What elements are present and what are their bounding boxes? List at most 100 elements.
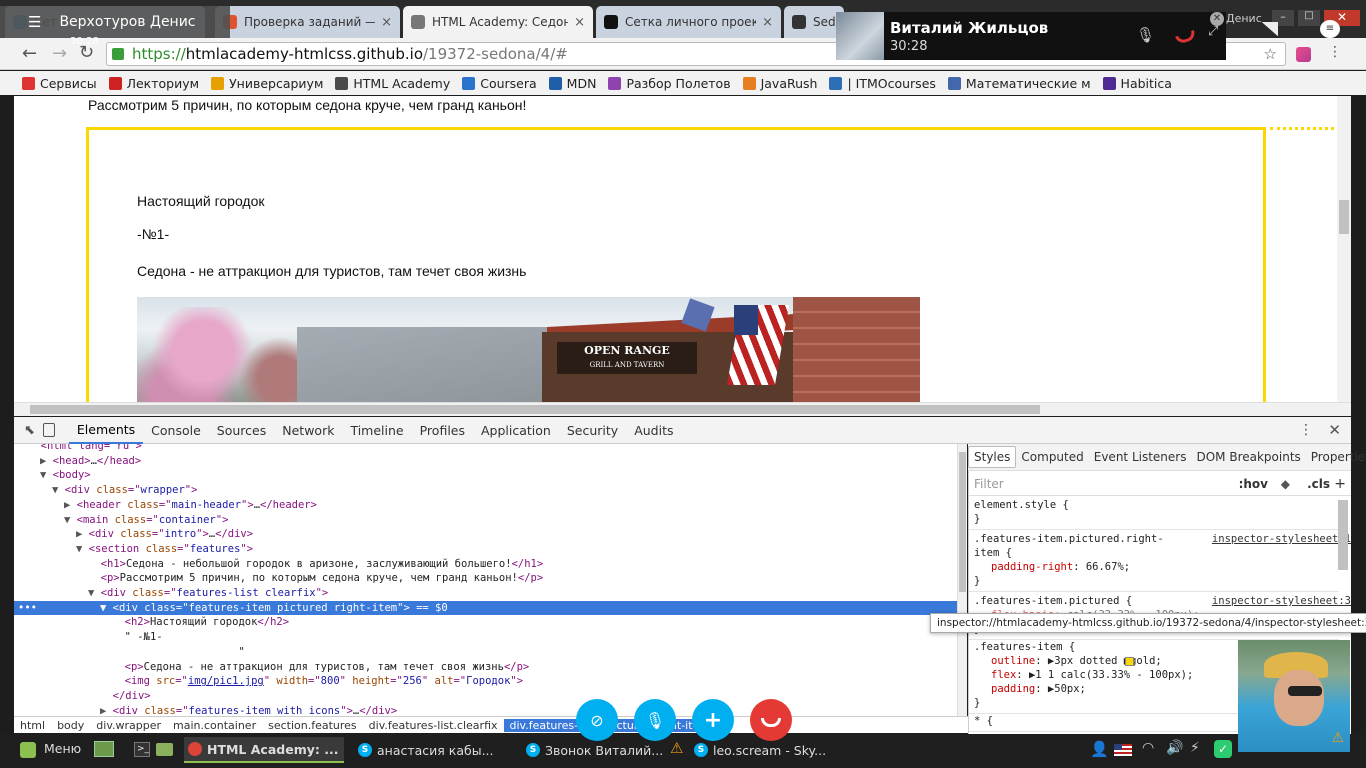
microphone-icon[interactable]: 🎙 xyxy=(1136,26,1155,44)
mint-menu-icon[interactable] xyxy=(20,742,36,758)
dom-tree-node[interactable]: ▼ <section class="features"> xyxy=(14,542,957,557)
browser-tab[interactable]: Проверка заданий — × xyxy=(215,6,400,38)
hang-up-icon[interactable] xyxy=(1175,29,1197,46)
bookmark-item[interactable]: Лекториум xyxy=(108,76,199,91)
browser-tab[interactable]: Сетка личного проект × xyxy=(596,6,781,38)
update-check-icon[interactable]: ✓ xyxy=(1214,740,1232,758)
tab-close-icon[interactable]: × xyxy=(762,15,773,30)
dom-tree-node[interactable]: ▶ <head>…</head> xyxy=(14,454,957,469)
taskbar-window-button[interactable]: HTML Academy: ... xyxy=(184,737,344,763)
dom-tree-node[interactable]: ▼ <body> xyxy=(14,468,957,483)
expand-arrow-icon[interactable]: ▼ xyxy=(88,587,101,599)
breadcrumb-item[interactable]: section.features xyxy=(262,719,363,732)
mute-button[interactable]: 🎙 xyxy=(634,699,676,741)
bookmark-item[interactable]: Coursera xyxy=(462,76,537,91)
expand-arrow-icon[interactable]: ▼ xyxy=(64,514,77,526)
node-menu-icon[interactable]: ••• xyxy=(18,601,37,616)
devtools-tab-elements[interactable]: Elements xyxy=(68,417,144,444)
dom-tree-node[interactable]: <h1>Седона - небольшой городок в аризоне… xyxy=(14,557,957,572)
styles-tab[interactable]: Event Listeners xyxy=(1089,447,1192,467)
expand-arrow-icon[interactable]: ▶ xyxy=(100,705,113,716)
breadcrumb-item[interactable]: div.features-list.clearfix xyxy=(363,719,504,732)
styles-tab[interactable]: Computed xyxy=(1016,447,1088,467)
stylesheet-link[interactable]: inspector-stylesheet:1 xyxy=(1212,532,1351,546)
files-icon[interactable] xyxy=(156,743,173,756)
dom-tree-node[interactable]: ▶ <div class="intro">…</div> xyxy=(14,527,957,542)
bookmark-item[interactable]: Универсариум xyxy=(211,76,323,91)
color-swatch[interactable] xyxy=(1125,657,1134,666)
devtools-tab-sources[interactable]: Sources xyxy=(209,417,274,444)
color-format-icon[interactable]: ◆ xyxy=(1281,477,1290,491)
devtools-tab-timeline[interactable]: Timeline xyxy=(342,417,411,444)
hover-state-toggle[interactable]: :hov xyxy=(1239,477,1268,491)
tab-close-icon[interactable]: × xyxy=(381,15,392,30)
bookmark-item[interactable]: Habitica xyxy=(1102,76,1172,91)
end-call-button[interactable] xyxy=(750,699,792,741)
expand-arrow-icon[interactable]: ▼ xyxy=(100,602,113,614)
breadcrumb-item[interactable]: body xyxy=(51,719,90,732)
expand-arrow-icon[interactable]: ▶ xyxy=(40,455,53,467)
breadcrumb-item[interactable]: main.container xyxy=(167,719,262,732)
chat-icon[interactable]: ≡ xyxy=(1320,20,1340,38)
expand-arrow-icon[interactable]: ▼ xyxy=(52,484,65,496)
dom-tree-node[interactable]: " -№1- xyxy=(14,630,957,645)
terminal-icon[interactable]: >_ xyxy=(134,742,150,757)
styles-tab[interactable]: Styles xyxy=(968,446,1017,468)
dom-tree-node[interactable]: <p>Седона - не аттракцион для туристов, … xyxy=(14,660,957,675)
bookmark-star-icon[interactable]: ☆ xyxy=(1264,45,1277,63)
self-view-video[interactable]: ⚠ xyxy=(1238,640,1350,752)
user-icon[interactable]: 👤 xyxy=(1090,740,1109,758)
video-off-button[interactable]: ⊘ xyxy=(576,699,618,741)
bookmark-item[interactable]: HTML Academy xyxy=(335,76,450,91)
breadcrumb-item[interactable]: div.wrapper xyxy=(90,719,167,732)
dom-tree-node[interactable]: " xyxy=(14,645,957,660)
css-rule[interactable]: element.style {} xyxy=(969,498,1339,530)
page-vertical-scrollbar[interactable] xyxy=(1337,96,1351,402)
styles-tab[interactable]: Properties xyxy=(1306,447,1366,467)
expand-arrow-icon[interactable]: ▶ xyxy=(76,528,89,540)
bookmark-item[interactable]: Математические м xyxy=(947,76,1091,91)
maximize-window-button[interactable]: □ xyxy=(1298,10,1320,26)
dom-tree-node[interactable]: ▼ <main class="container"> xyxy=(14,513,957,528)
expand-icon[interactable]: ⤢ xyxy=(1208,24,1218,39)
page-scroll-thumb[interactable] xyxy=(1339,200,1349,234)
elements-panel[interactable]: <html lang="ru"> ▶ <head>…</head> ▼ <body>… xyxy=(14,444,957,716)
bookmark-item[interactable]: JavaRush xyxy=(742,76,817,91)
back-arrow-icon[interactable]: ← xyxy=(22,43,37,64)
class-toggle[interactable]: .cls xyxy=(1307,477,1330,491)
stylesheet-link[interactable]: inspector-stylesheet:3 xyxy=(1212,594,1351,608)
styles-filter-input[interactable]: Filter:hov ◆ .cls + xyxy=(969,472,1351,496)
dom-tree-node[interactable]: ▼ <div class="features-list clearfix"> xyxy=(14,586,957,601)
expand-arrow-icon[interactable]: ▼ xyxy=(76,543,89,555)
dom-tree-node[interactable]: ▶ <header class="main-header">…</header> xyxy=(14,498,957,513)
menu-label[interactable]: Меню xyxy=(44,741,81,756)
horizontal-scroll-thumb[interactable] xyxy=(30,405,1040,414)
dom-tree-node[interactable]: </div> xyxy=(14,689,957,704)
css-property[interactable]: padding-right: 66.67%; xyxy=(974,560,1339,574)
css-rule[interactable]: .features-item.pictured.right-item {insp… xyxy=(969,532,1351,592)
battery-icon[interactable]: ⚡ xyxy=(1190,740,1200,756)
styles-scroll-thumb[interactable] xyxy=(1338,500,1348,570)
devtools-tab-security[interactable]: Security xyxy=(559,417,626,444)
keyboard-layout-flag-icon[interactable] xyxy=(1114,744,1132,756)
call-panel[interactable]: Виталий Жильцов 30:28 🎙 ⤢ xyxy=(836,12,1226,60)
bookmark-item[interactable]: Разбор Полетов xyxy=(608,76,731,91)
styles-tab[interactable]: DOM Breakpoints xyxy=(1191,447,1305,467)
browser-tab[interactable]: Sedo xyxy=(784,6,844,38)
devtools-tab-console[interactable]: Console xyxy=(143,417,209,444)
bookmark-item[interactable]: Сервисы xyxy=(22,76,97,91)
tab-close-icon[interactable]: × xyxy=(574,15,585,30)
page-horizontal-scrollbar[interactable] xyxy=(14,402,1351,416)
expand-arrow-icon[interactable]: ▶ xyxy=(64,499,77,511)
devtools-tab-audits[interactable]: Audits xyxy=(626,417,681,444)
dom-tree-node[interactable]: <img src="img/pic1.jpg" width="800" heig… xyxy=(14,674,957,689)
extension-icon[interactable] xyxy=(1296,47,1311,62)
add-participant-button[interactable]: + xyxy=(692,699,734,741)
bookmark-item[interactable]: MDN xyxy=(548,76,596,91)
wifi-icon[interactable]: ◠ xyxy=(1142,740,1154,756)
close-notification-icon[interactable]: ✕ xyxy=(1210,12,1224,26)
expand-arrow-icon[interactable]: ▼ xyxy=(40,469,53,481)
dom-tree-node[interactable]: ▼ <div class="wrapper"> xyxy=(14,483,957,498)
breadcrumb-item[interactable]: html xyxy=(14,719,51,732)
dom-tree-node[interactable]: <html lang="ru"> xyxy=(14,444,957,454)
